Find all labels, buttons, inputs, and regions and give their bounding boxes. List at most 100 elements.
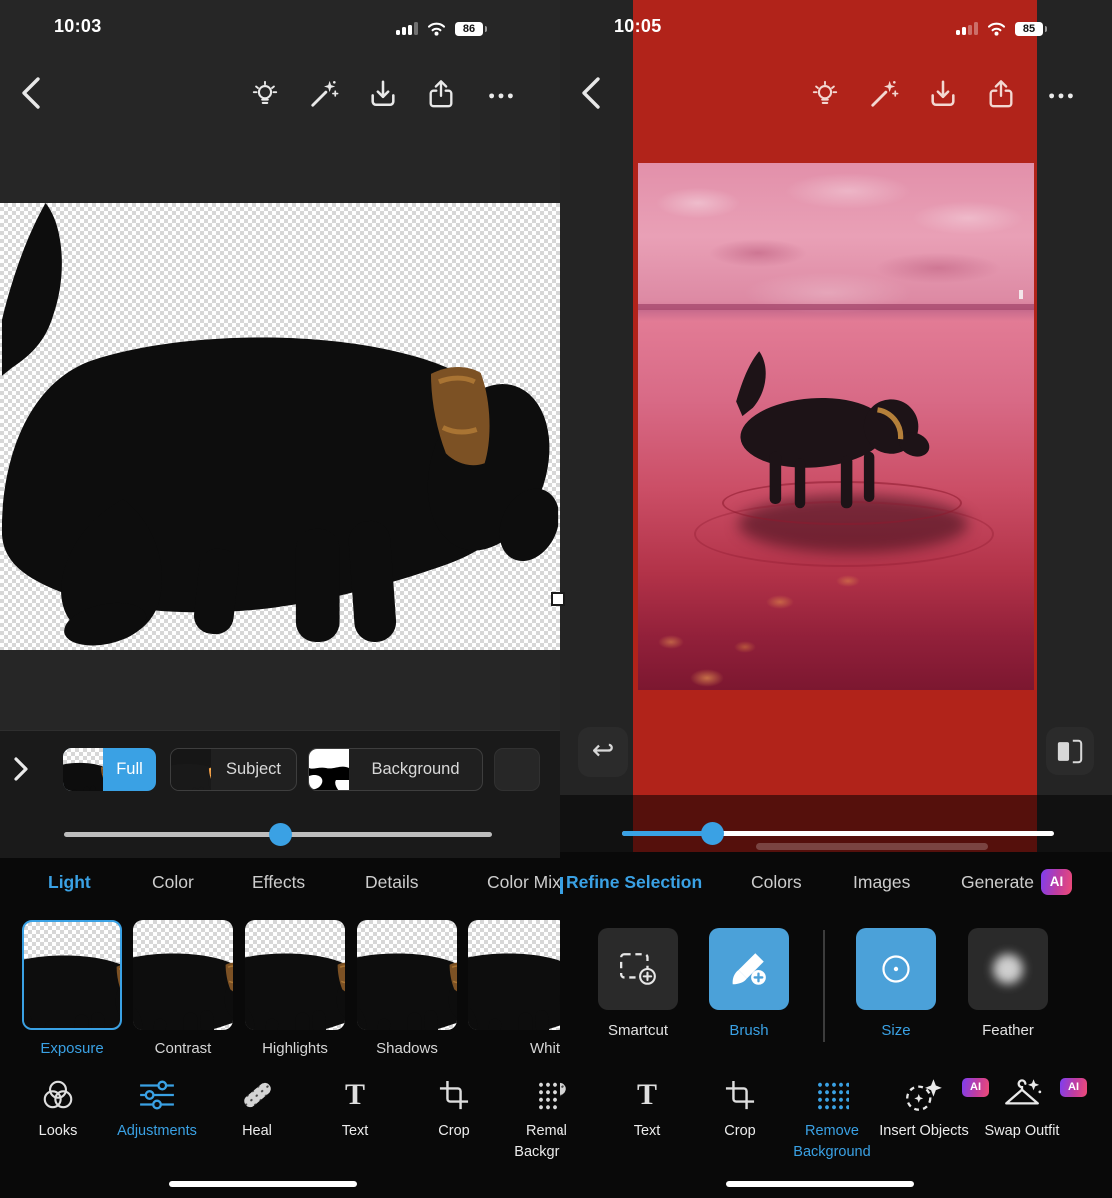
tool-insert-objects[interactable]: Insert Objects AI (876, 1076, 972, 1142)
tab-generate[interactable]: Generate (961, 872, 1034, 893)
battery-icon: 86 (455, 22, 483, 36)
refine-tool-brush[interactable] (709, 928, 789, 1010)
back-button[interactable] (580, 76, 602, 110)
tile-exposure[interactable] (22, 920, 122, 1030)
download-icon[interactable] (368, 78, 398, 110)
compare-button[interactable] (1046, 727, 1094, 775)
resize-handle[interactable] (551, 592, 565, 606)
tool-looks[interactable]: Looks (10, 1076, 106, 1142)
chip-thumbnail (309, 749, 349, 790)
edit-canvas-cutout[interactable] (0, 203, 560, 650)
share-icon[interactable] (426, 78, 456, 110)
tile-shadows[interactable] (357, 920, 457, 1030)
size-icon (879, 952, 913, 986)
download-icon[interactable] (928, 78, 958, 110)
tool-text[interactable]: T Text (307, 1076, 403, 1142)
expand-chevron-icon[interactable] (12, 757, 30, 781)
view-chip-full[interactable]: Full (63, 748, 156, 791)
tab-details[interactable]: Details (365, 872, 419, 893)
chip-thumbnail (63, 748, 103, 791)
magic-wand-icon[interactable] (309, 78, 339, 110)
tile-label-shadows: Shadows (357, 1040, 457, 1057)
tab-images[interactable]: Images (853, 872, 910, 893)
magic-wand-icon[interactable] (869, 78, 899, 110)
sailboat-speck (1019, 290, 1023, 299)
tool-remove-background[interactable]: Remove Background (505, 1076, 560, 1163)
photo-dog-in-water[interactable] (638, 163, 1034, 690)
tab-color-mix[interactable]: Color Mix (487, 872, 560, 893)
view-chip-partial[interactable] (494, 748, 540, 791)
tile-whites[interactable] (468, 920, 560, 1030)
tool-text[interactable]: T Text (599, 1076, 695, 1142)
horizon-line (638, 304, 1034, 310)
tips-lightbulb-icon[interactable] (810, 78, 840, 110)
swap-outfit-hanger-icon (1001, 1076, 1043, 1114)
feather-icon (993, 954, 1023, 984)
adjust-bottom-sheet: Full Subject Background (0, 730, 560, 858)
refine-tool-feather[interactable] (968, 928, 1048, 1010)
heal-bandage-icon (560, 1076, 568, 1114)
compare-icon (1056, 739, 1084, 764)
tool-remove-background[interactable]: Remove Background (784, 1076, 880, 1163)
tile-label-contrast: Contrast (133, 1040, 233, 1057)
tab-light[interactable]: Light (48, 872, 91, 893)
clipped-tab-sliver (560, 877, 563, 894)
wifi-icon (426, 21, 447, 36)
chip-label: Full (106, 760, 153, 779)
wifi-icon (986, 21, 1007, 36)
looks-venn-icon (40, 1076, 76, 1114)
swap-outfit-ai-badge: AI (1060, 1078, 1087, 1097)
tool-adjustments[interactable]: Adjustments (109, 1076, 205, 1142)
undo-button[interactable]: ↩ (578, 727, 628, 777)
tab-effects[interactable]: Effects (252, 872, 305, 893)
text-tool-icon: T (345, 1076, 365, 1114)
dog-cutout-image (0, 203, 560, 650)
underwater-rock (766, 595, 794, 609)
tool-label-size: Size (856, 1022, 936, 1039)
text-tool-icon: T (637, 1076, 657, 1114)
tile-label-highlights: Highlights (245, 1040, 345, 1057)
chip-label: Subject (216, 760, 291, 779)
tool-label-feather: Feather (968, 1022, 1048, 1039)
tool-swap-outfit[interactable]: Swap Outfit AI (974, 1076, 1070, 1142)
brush-slider-fill (622, 831, 712, 836)
scrub-hint-bar (756, 843, 988, 850)
refine-tool-size[interactable] (856, 928, 936, 1010)
view-chip-subject[interactable]: Subject (170, 748, 297, 791)
insert-objects-icon (903, 1076, 945, 1114)
tab-color[interactable]: Color (152, 872, 194, 893)
signal-icon (396, 22, 418, 35)
sky-clouds (638, 163, 1034, 313)
more-ellipsis-icon[interactable] (486, 78, 516, 110)
home-indicator[interactable] (726, 1181, 914, 1187)
home-indicator[interactable] (169, 1181, 357, 1187)
clock-left: 10:03 (54, 16, 102, 37)
brush-slider-thumb[interactable] (701, 822, 724, 845)
tile-highlights[interactable] (245, 920, 345, 1030)
tab-colors[interactable]: Colors (751, 872, 802, 893)
underwater-rock (734, 641, 756, 653)
tool-crop[interactable]: Crop (406, 1076, 502, 1142)
crop-icon (439, 1076, 469, 1114)
tile-label-whites: Whites (530, 1040, 560, 1057)
tips-lightbulb-icon[interactable] (250, 78, 280, 110)
tool-heal[interactable]: Heal (209, 1076, 305, 1142)
tile-contrast[interactable] (133, 920, 233, 1030)
tool-heal-partial[interactable]: Heal (560, 1076, 600, 1142)
underwater-rock (658, 635, 684, 649)
more-ellipsis-icon[interactable] (1046, 78, 1076, 110)
signal-icon (956, 22, 978, 35)
back-button[interactable] (20, 76, 42, 110)
tab-refine-selection[interactable]: Refine Selection (566, 872, 702, 893)
dog-silhouette (696, 347, 948, 525)
remove-background-dots-icon (536, 1076, 560, 1114)
tile-label-exposure: Exposure (22, 1040, 122, 1057)
share-icon[interactable] (986, 78, 1016, 110)
adjustment-slider-thumb[interactable] (269, 823, 292, 846)
refine-tool-smartcut[interactable] (598, 928, 678, 1010)
view-chip-background[interactable]: Background (308, 748, 483, 791)
composite-screenshot: 10:03 86 Full Sub (0, 0, 1112, 1198)
adjustments-sliders-icon (138, 1076, 176, 1114)
tool-crop[interactable]: Crop (692, 1076, 788, 1142)
tool-group-divider (823, 930, 825, 1042)
